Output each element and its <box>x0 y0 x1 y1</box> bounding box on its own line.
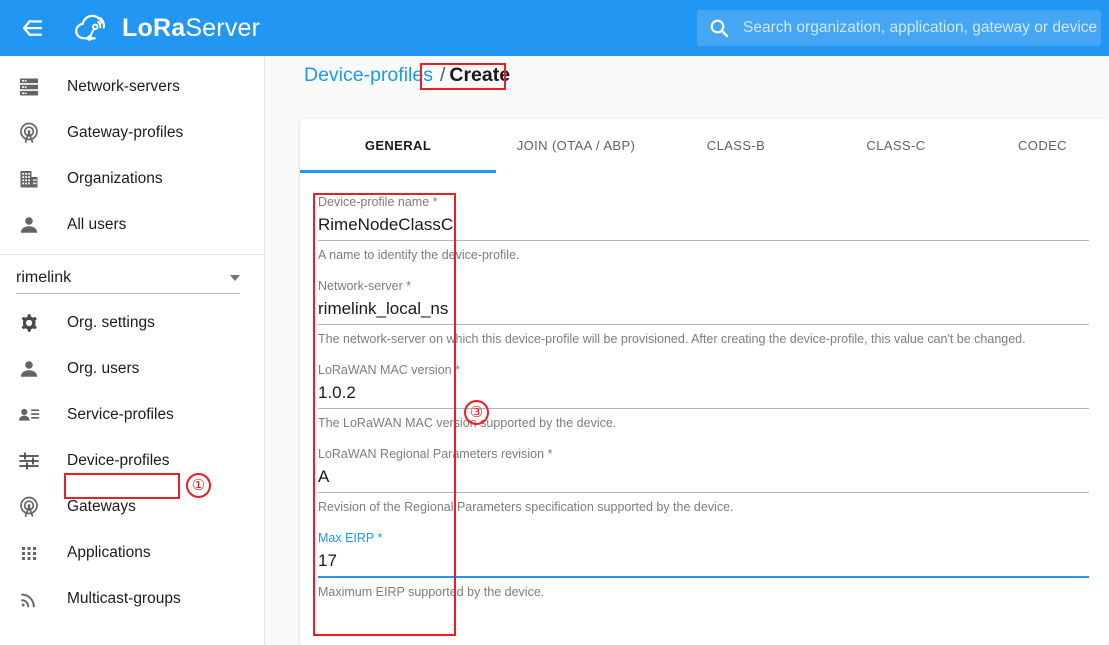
field-label: LoRaWAN Regional Parameters revision * <box>318 447 553 461</box>
person-list-icon <box>16 402 42 428</box>
sidebar-item-label: Org. users <box>67 360 140 377</box>
field-value[interactable]: 1.0.2 <box>318 377 1089 408</box>
broadcast-icon <box>16 586 42 612</box>
cloud-network-logo <box>75 14 105 41</box>
brand-title: LoRaServer <box>122 14 260 43</box>
field-label: Device-profile name * <box>318 195 438 209</box>
sidebar-item-applications[interactable]: Applications <box>0 530 264 576</box>
organization-name: rimelink <box>16 269 72 286</box>
server-rack-icon <box>16 74 42 100</box>
sidebar-item-service-profiles[interactable]: Service-profiles <box>0 392 264 438</box>
search-input[interactable] <box>741 18 1101 38</box>
general-form: Device-profile name * RimeNodeClassC A n… <box>300 173 1109 599</box>
field-label: LoRaWAN MAC version * <box>318 363 460 377</box>
field-help-text: Maximum EIRP supported by the device. <box>318 585 545 599</box>
person-icon <box>16 356 42 382</box>
sidebar-item-multicast-groups[interactable]: Multicast-groups <box>0 576 264 622</box>
sidebar-item-gateway-profiles[interactable]: Gateway-profiles <box>0 110 264 156</box>
breadcrumb: Device-profiles / Create <box>304 64 510 87</box>
field-value[interactable]: rimelink_local_ns <box>318 293 1089 324</box>
sidebar-item-gateways[interactable]: Gateways <box>0 484 264 530</box>
back-arrow-menu-icon <box>22 19 42 37</box>
sidebar-item-label: Applications <box>67 544 151 561</box>
field-label: Network-server * <box>318 279 412 293</box>
field-label: Max EIRP * <box>318 531 383 545</box>
field-max-eirp[interactable]: Max EIRP * 17 Maximum EIRP supported by … <box>318 531 1089 599</box>
breadcrumb-separator: / <box>439 64 446 86</box>
top-app-bar: LoRaServer <box>0 0 1109 56</box>
annotation-marker-3: ③ <box>464 400 489 425</box>
chevron-down-icon <box>230 275 240 281</box>
building-icon <box>16 166 42 192</box>
device-profile-form-card: GENERAL JOIN (OTAA / ABP) CLASS-B CLASS-… <box>300 119 1109 645</box>
field-help-text: The LoRaWAN MAC version supported by the… <box>318 416 617 430</box>
tab-class-c[interactable]: CLASS-C <box>816 119 976 173</box>
brand-title-light: Server <box>185 13 261 42</box>
sidebar-item-label: Org. settings <box>67 314 155 331</box>
tab-general[interactable]: GENERAL <box>300 119 496 173</box>
app-root: LoRaServer Search organization, applicat… <box>0 0 1109 645</box>
global-search-box[interactable] <box>697 10 1101 46</box>
breadcrumb-current: Create <box>449 64 511 86</box>
sidebar-item-label: Device-profiles <box>67 452 170 469</box>
sidebar-item-label: All users <box>67 216 127 233</box>
brand-home-link[interactable]: LoRaServer <box>74 11 260 45</box>
sidebar-item-label: Multicast-groups <box>67 590 181 607</box>
sidebar-item-organizations[interactable]: Organizations <box>0 156 264 202</box>
field-device-profile-name[interactable]: Device-profile name * RimeNodeClassC A n… <box>318 195 1089 262</box>
tab-join-otaa-abp[interactable]: JOIN (OTAA / ABP) <box>496 119 656 173</box>
field-lorawan-mac-version[interactable]: LoRaWAN MAC version * 1.0.2 The LoRaWAN … <box>318 363 1089 430</box>
field-value[interactable]: RimeNodeClassC <box>318 209 1089 240</box>
sidebar-item-label: Gateways <box>67 498 136 515</box>
brand-title-bold: LoRa <box>122 13 186 42</box>
person-icon <box>16 212 42 238</box>
field-help-text: Revision of the Regional Parameters spec… <box>318 500 734 514</box>
field-network-server[interactable]: Network-server * rimelink_local_ns The n… <box>318 279 1089 346</box>
breadcrumb-parent-link[interactable]: Device-profiles <box>304 64 433 87</box>
antenna-icon <box>16 120 42 146</box>
sidebar-nav: Network-servers Gateway-profiles Organiz… <box>0 56 265 645</box>
gear-icon <box>16 310 42 336</box>
field-value[interactable]: A <box>318 461 1089 492</box>
sidebar-item-label: Service-profiles <box>67 406 174 423</box>
sidebar-item-label: Gateway-profiles <box>67 124 184 141</box>
sidebar-item-label: Network-servers <box>67 78 180 95</box>
sidebar-item-org-users[interactable]: Org. users <box>0 346 264 392</box>
main-content: Device-profiles / Create ② GENERAL JOIN … <box>265 56 1109 645</box>
annotation-marker-1: ① <box>186 473 211 498</box>
field-help-text: The network-server on which this device-… <box>318 332 1026 346</box>
field-value[interactable]: 17 <box>318 545 1089 576</box>
field-regional-parameters-revision[interactable]: LoRaWAN Regional Parameters revision * A… <box>318 447 1089 514</box>
sidebar-item-all-users[interactable]: All users <box>0 202 264 248</box>
sidebar-item-device-profiles[interactable]: Device-profiles <box>0 438 264 484</box>
field-help-text: A name to identify the device-profile. <box>318 248 520 262</box>
tab-codec[interactable]: CODEC <box>976 119 1109 173</box>
tab-class-b[interactable]: CLASS-B <box>656 119 816 173</box>
organization-selector[interactable]: rimelink <box>16 269 240 294</box>
sidebar-item-org-settings[interactable]: Org. settings <box>0 300 264 346</box>
menu-toggle-button[interactable] <box>16 11 50 45</box>
antenna-icon <box>16 494 42 520</box>
sliders-icon <box>16 448 42 474</box>
grid-dots-icon <box>16 540 42 566</box>
search-icon <box>709 18 729 38</box>
sidebar-divider <box>0 254 264 255</box>
sidebar-item-network-servers[interactable]: Network-servers <box>0 64 264 110</box>
tab-bar: GENERAL JOIN (OTAA / ABP) CLASS-B CLASS-… <box>300 119 1109 173</box>
sidebar-item-label: Organizations <box>67 170 163 187</box>
